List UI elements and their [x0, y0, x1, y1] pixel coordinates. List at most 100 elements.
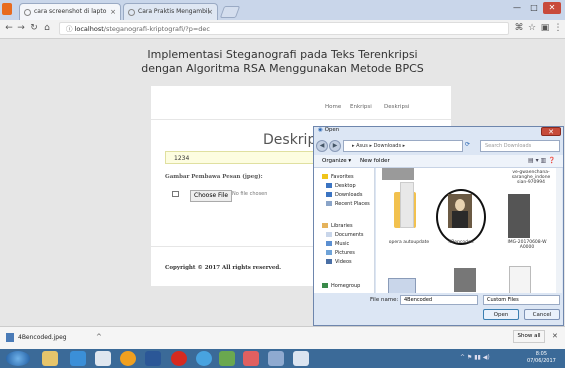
nav-downloads[interactable]: Downloads: [326, 192, 362, 198]
google-icon: [24, 9, 31, 16]
tray-icons[interactable]: ^ ⚑ ▮▮ ◀): [460, 354, 490, 361]
app-icon-blue[interactable]: [268, 351, 284, 366]
firefox-icon[interactable]: [120, 351, 136, 366]
file-item-2[interactable]: 4Bencoded: [436, 240, 486, 245]
file-thumb-bottom-2[interactable]: [454, 268, 476, 292]
file-item-3[interactable]: IMG-20170608-W A0000: [502, 240, 552, 250]
opera-icon[interactable]: [171, 351, 187, 366]
show-all-button[interactable]: Show all: [513, 330, 545, 343]
dialog-task-icon[interactable]: [293, 351, 309, 366]
nav-enkripsi[interactable]: Enkripsi: [350, 104, 372, 110]
nav-recent-places[interactable]: Recent Places: [326, 201, 370, 207]
explorer-icon[interactable]: [42, 351, 58, 366]
dialog-scrollbar[interactable]: [556, 168, 562, 293]
filename-input[interactable]: 4Bencoded: [400, 295, 478, 305]
file-label-3: IMG-20170608-W A0000: [507, 240, 547, 250]
nav-music[interactable]: Music: [326, 241, 349, 247]
nav-homegroup[interactable]: Homegroup: [322, 283, 360, 289]
file-page-icon: [400, 182, 414, 228]
url-path: /steganografi-kriptografi/?p=dec: [103, 25, 210, 33]
download-bar: [0, 326, 565, 350]
nav-pictures[interactable]: Pictures: [326, 250, 355, 256]
file-thumb-4bencoded[interactable]: [448, 194, 472, 228]
libraries-label: Libraries: [331, 223, 353, 229]
file-thumb-bottom-1[interactable]: [388, 278, 416, 294]
file-label-2: 4Bencoded: [448, 240, 474, 245]
documents-label: Documents: [335, 232, 364, 238]
minimize-button[interactable]: —: [509, 2, 525, 14]
pictures-icon: [326, 250, 332, 255]
forward-icon[interactable]: →: [15, 23, 27, 33]
file-type-select[interactable]: Custom Files: [483, 295, 560, 305]
jpeg-file-icon: [6, 333, 14, 342]
favorites-icon: [322, 174, 328, 179]
file-item-1[interactable]: opera autoupdate: [384, 240, 434, 245]
dialog-toolbar: [314, 155, 563, 168]
copyright-text: Copyright © 2017 All rights reserved.: [165, 265, 282, 271]
nav-desktop[interactable]: Desktop: [326, 183, 356, 189]
close-window-button[interactable]: ✕: [543, 2, 561, 14]
open-button[interactable]: Open: [483, 309, 519, 320]
dialog-breadcrumb[interactable]: ▸ Asus ▸ Downloads ▸: [343, 140, 463, 152]
videos-label: Videos: [335, 259, 352, 265]
chrome-icon[interactable]: [196, 351, 212, 366]
organize-button[interactable]: Organize ▾: [322, 158, 351, 164]
tab-2-close-button[interactable]: ×: [207, 4, 213, 20]
download-bar-close-button[interactable]: ✕: [552, 332, 558, 340]
star-icon[interactable]: ☆: [526, 23, 538, 33]
calendar-icon[interactable]: [95, 351, 111, 366]
media-player-icon[interactable]: [70, 351, 86, 366]
nav-deskripsi[interactable]: Deskripsi: [384, 104, 409, 110]
back-icon[interactable]: ←: [3, 23, 15, 33]
clock[interactable]: 8:05 07/06/2017: [527, 351, 556, 365]
dialog-title-text: Open: [324, 127, 340, 133]
dialog-close-button[interactable]: ✕: [541, 127, 561, 136]
new-folder-button[interactable]: New folder: [360, 158, 390, 164]
key-input[interactable]: 1234: [165, 151, 325, 164]
word-icon[interactable]: [145, 351, 161, 366]
translate-icon[interactable]: ⌘: [513, 23, 525, 33]
image-label: Gambar Pembawa Pesan (jpeg):: [165, 174, 263, 180]
dialog-refresh-icon[interactable]: ⟳: [465, 141, 470, 148]
filename-label: File name:: [370, 297, 399, 303]
extension-icon[interactable]: ▣: [539, 23, 551, 33]
nav-home[interactable]: Home: [325, 104, 341, 110]
tab-1[interactable]: cara screenshot di lapto ×: [19, 3, 121, 20]
page-title-line2: dengan Algoritma RSA Menggunakan Metode …: [141, 62, 424, 75]
music-label: Music: [335, 241, 350, 247]
tab-2-label: Cara Praktis Mengambil: [138, 8, 210, 15]
app-icon-green[interactable]: [219, 351, 235, 366]
clock-time: 8:05: [535, 351, 548, 357]
tab-2[interactable]: Cara Praktis Mengambil ×: [123, 3, 218, 20]
file-thumb-bottom-3[interactable]: [509, 266, 531, 294]
dialog-back-icon[interactable]: ◀: [316, 140, 328, 152]
download-file-name[interactable]: 4Bencoded.jpeg: [18, 334, 67, 341]
nav-favorites[interactable]: Favorites: [322, 174, 354, 180]
download-chevron-icon[interactable]: ^: [96, 333, 102, 341]
nav-documents[interactable]: Documents: [326, 232, 364, 238]
cancel-button[interactable]: Cancel: [524, 309, 560, 320]
choose-file-button[interactable]: Choose File: [190, 190, 233, 202]
downloads-icon: [326, 192, 332, 197]
recent-places-label: Recent Places: [335, 201, 370, 207]
app-icon: [2, 3, 12, 15]
file-thumb-img[interactable]: [508, 194, 530, 238]
nav-libraries[interactable]: Libraries: [322, 223, 353, 229]
view-icon[interactable]: ▤ ▾ ▥ ❓: [528, 157, 556, 164]
file-label-1: opera autoupdate: [388, 240, 430, 245]
home-icon[interactable]: ⌂: [41, 23, 53, 33]
file-item-0[interactable]: ve-gwaenchana-saranghe_indone sian-97099…: [506, 170, 556, 185]
nav-videos[interactable]: Videos: [326, 259, 352, 265]
dialog-forward-icon[interactable]: ▶: [329, 140, 341, 152]
app-icon-red[interactable]: [243, 351, 259, 366]
maximize-button[interactable]: □: [526, 2, 542, 14]
dialog-search-input[interactable]: Search Downloads: [480, 140, 560, 152]
tab-1-close-button[interactable]: ×: [110, 4, 116, 20]
homegroup-icon: [322, 283, 328, 288]
start-button[interactable]: [6, 351, 30, 366]
reload-icon[interactable]: ↻: [28, 23, 40, 33]
file-thumb-top-left[interactable]: [382, 168, 414, 180]
pictures-label: Pictures: [335, 250, 355, 256]
url-input[interactable]: ⓘ localhost/steganografi-kriptografi/?p=…: [59, 22, 509, 35]
menu-icon[interactable]: ⋮: [552, 23, 564, 33]
